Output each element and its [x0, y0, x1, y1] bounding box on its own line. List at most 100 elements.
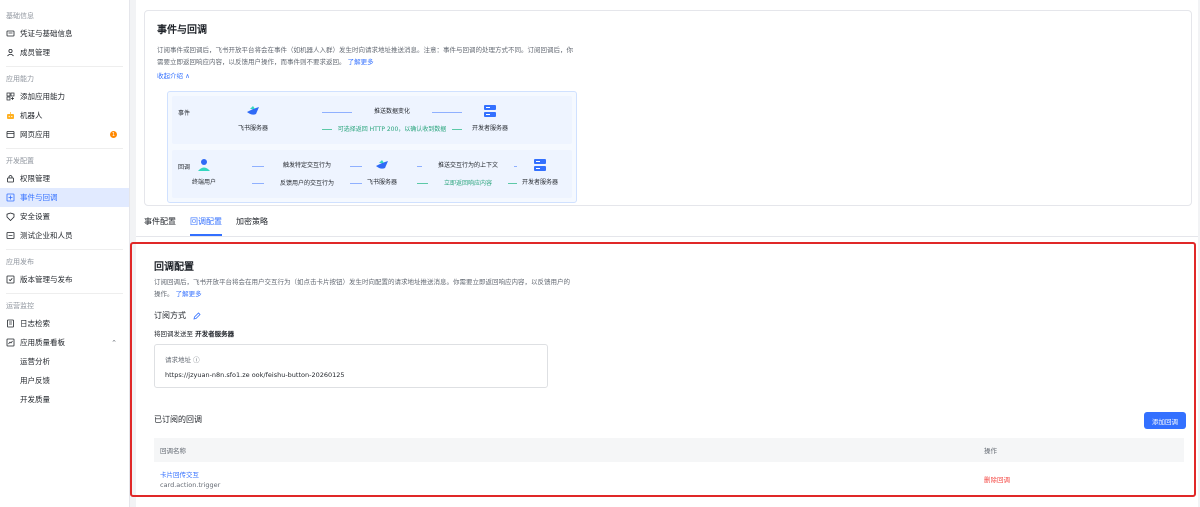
cb-feishu-server-node: 飞书服务器 — [367, 158, 397, 186]
sidebar-item[interactable]: 用户反馈 — [0, 371, 129, 390]
quality-icon — [6, 338, 15, 347]
table-header: 回调名称 操作 — [154, 438, 1184, 462]
sidebar-item-label: 开发质量 — [20, 395, 50, 404]
col-callback-name: 回调名称 — [160, 447, 186, 455]
sidebar-divider — [6, 249, 123, 250]
tab-callback-config[interactable]: 回调配置 — [190, 216, 222, 236]
col-action: 操作 — [984, 447, 997, 455]
event-callback-icon — [6, 193, 15, 202]
tab-event-config[interactable]: 事件配置 — [144, 216, 176, 236]
callback-name-link[interactable]: 卡片回传交互 — [160, 469, 984, 479]
tab-encryption[interactable]: 加密策略 — [236, 216, 268, 236]
intro-card: 事件与回调 订阅事件或回调后，飞书开放平台将会在事件（如机器人入群）发生时向请求… — [144, 10, 1192, 206]
member-icon — [6, 48, 15, 57]
sidebar-item[interactable]: 测试企业和人员 — [0, 226, 129, 245]
sidebar-item[interactable]: 运营分析 — [0, 352, 129, 371]
callback-tag: 回调 — [178, 164, 191, 171]
page-title: 事件与回调 — [157, 25, 207, 36]
sidebar-item-label: 成员管理 — [20, 48, 50, 57]
sidebar-item-label: 应用质量看板 — [20, 338, 65, 347]
notification-badge: 1 — [110, 131, 117, 138]
sidebar: 基础信息 凭证与基础信息 成员管理 应用能力 添加应用能力 机器人 网页应用 1 开发配置 权限管… — [0, 0, 130, 507]
callback-config-panel: 回调配置 订阅回调后，飞书开放平台将会在用户交互行为（如点击卡片按钮）发生时向配… — [130, 242, 1196, 497]
end-user-node: 终端用户 — [192, 158, 216, 186]
cb-r-bottom-label: 立即返回响应内容 — [428, 178, 508, 187]
sidebar-item-label: 日志检索 — [20, 319, 50, 328]
cb-l-top-label: 触发特定交互行为 — [264, 160, 350, 169]
request-url-card: 请求地址 ⓘ https://jzyuan-n8n.sfo1.ze ook/fe… — [154, 344, 548, 388]
sidebar-divider — [6, 66, 123, 67]
server-icon — [534, 159, 546, 171]
sidebar-item[interactable]: 成员管理 — [0, 43, 129, 62]
request-url-value: https://jzyuan-n8n.sfo1.ze ook/feishu-bu… — [165, 371, 345, 379]
sidebar-section-title: 应用发布 — [6, 258, 34, 266]
credential-icon — [6, 29, 15, 38]
user-icon — [198, 159, 210, 171]
cb-r-top-label: 推送交互行为的上下文 — [422, 160, 514, 169]
learn-more-link[interactable]: 了解更多 — [348, 58, 374, 66]
sidebar-divider — [6, 148, 123, 149]
feishu-logo-icon — [376, 160, 388, 169]
sidebar-item-label: 安全设置 — [20, 212, 50, 221]
sidebar-section-title: 运营监控 — [6, 302, 34, 310]
robot-icon — [6, 111, 15, 120]
security-icon — [6, 212, 15, 221]
server-icon — [484, 105, 496, 117]
feishu-logo-icon — [247, 106, 259, 115]
flow-diagram: 事件 飞书服务器 推送数据变化 可选择返回 HTTP 200，以确认收到数据 开… — [167, 91, 577, 203]
callback-title: 回调配置 — [154, 262, 194, 273]
sidebar-item[interactable]: 版本管理与发布 — [0, 270, 129, 289]
table-row: 卡片回传交互 card.action.trigger 删除回调 — [154, 462, 1184, 496]
send-to-target: 开发者服务器 — [195, 330, 235, 338]
cb-to-label: 开发者服务器 — [522, 179, 559, 186]
chevron-up-icon[interactable]: ⌃ — [111, 339, 117, 347]
send-to-text: 将回调发送至 开发者服务器 — [154, 330, 235, 338]
event-tag: 事件 — [178, 110, 191, 117]
test-enterprise-icon — [6, 231, 15, 240]
tabs-divider — [136, 236, 1198, 237]
sidebar-item[interactable]: 网页应用 1 — [0, 125, 129, 144]
sidebar-item[interactable]: 添加应用能力 — [0, 87, 129, 106]
intro-description: 订阅事件或回调后，飞书开放平台将会在事件（如机器人入群）发生时向请求地址推送消息… — [157, 46, 573, 66]
permission-icon — [6, 174, 15, 183]
event-from-label: 飞书服务器 — [238, 125, 269, 132]
developer-server-node: 开发者服务器 — [472, 104, 508, 132]
sidebar-item[interactable]: 开发质量 — [0, 390, 129, 409]
add-capability-icon — [6, 92, 15, 101]
cb-l-bottom-label: 反馈用户的交互行为 — [264, 178, 350, 187]
web-app-icon — [6, 130, 15, 139]
request-url-label: 请求地址 ⓘ — [165, 356, 200, 364]
sidebar-section-title: 应用能力 — [6, 75, 34, 83]
event-to-label: 开发者服务器 — [472, 125, 509, 132]
event-top-label: 推送数据变化 — [352, 106, 432, 115]
add-callback-button[interactable]: 添加回调 — [1144, 412, 1186, 429]
subscribe-mode-title: 订阅方式 — [154, 310, 201, 321]
main-content: 事件与回调 订阅事件或回调后，飞书开放平台将会在事件（如机器人入群）发生时向请求… — [130, 0, 1198, 507]
sidebar-item[interactable]: 安全设置 — [0, 207, 129, 226]
callback-key: card.action.trigger — [160, 481, 221, 489]
sidebar-item-label: 运营分析 — [20, 357, 50, 366]
sidebar-item[interactable]: 凭证与基础信息 — [0, 24, 129, 43]
version-icon — [6, 275, 15, 284]
subscribed-callbacks-title: 已订阅的回调 — [154, 415, 202, 424]
feishu-server-node: 飞书服务器 — [238, 104, 268, 132]
callback-row: 回调 终端用户 触发特定交互行为 反馈用户的交互行为 飞书服务器 推送交互行为的… — [172, 150, 572, 198]
event-row: 事件 飞书服务器 推送数据变化 可选择返回 HTTP 200，以确认收到数据 开… — [172, 96, 572, 144]
callback-user-label: 终端用户 — [192, 179, 217, 186]
sidebar-section-title: 开发配置 — [6, 157, 34, 165]
sidebar-item-label: 添加应用能力 — [20, 92, 65, 101]
sidebar-item[interactable]: 权限管理 — [0, 169, 129, 188]
sidebar-item-label: 事件与回调 — [20, 193, 58, 202]
sidebar-item-label: 用户反馈 — [20, 376, 50, 385]
edit-icon[interactable] — [192, 311, 201, 320]
callback-learn-more-link[interactable]: 了解更多 — [176, 290, 202, 298]
sidebar-item-label: 网页应用 — [20, 130, 50, 139]
collapse-intro-link[interactable]: 收起介绍 ∧ — [157, 70, 1179, 80]
sidebar-item[interactable]: 日志检索 — [0, 314, 129, 333]
sidebar-divider — [6, 293, 123, 294]
log-icon — [6, 319, 15, 328]
delete-callback-button[interactable]: 删除回调 — [984, 474, 1010, 484]
sidebar-item[interactable]: 机器人 — [0, 106, 129, 125]
sidebar-item[interactable]: 应用质量看板 ⌃ — [0, 333, 129, 352]
sidebar-item[interactable]: 事件与回调 — [0, 188, 129, 207]
